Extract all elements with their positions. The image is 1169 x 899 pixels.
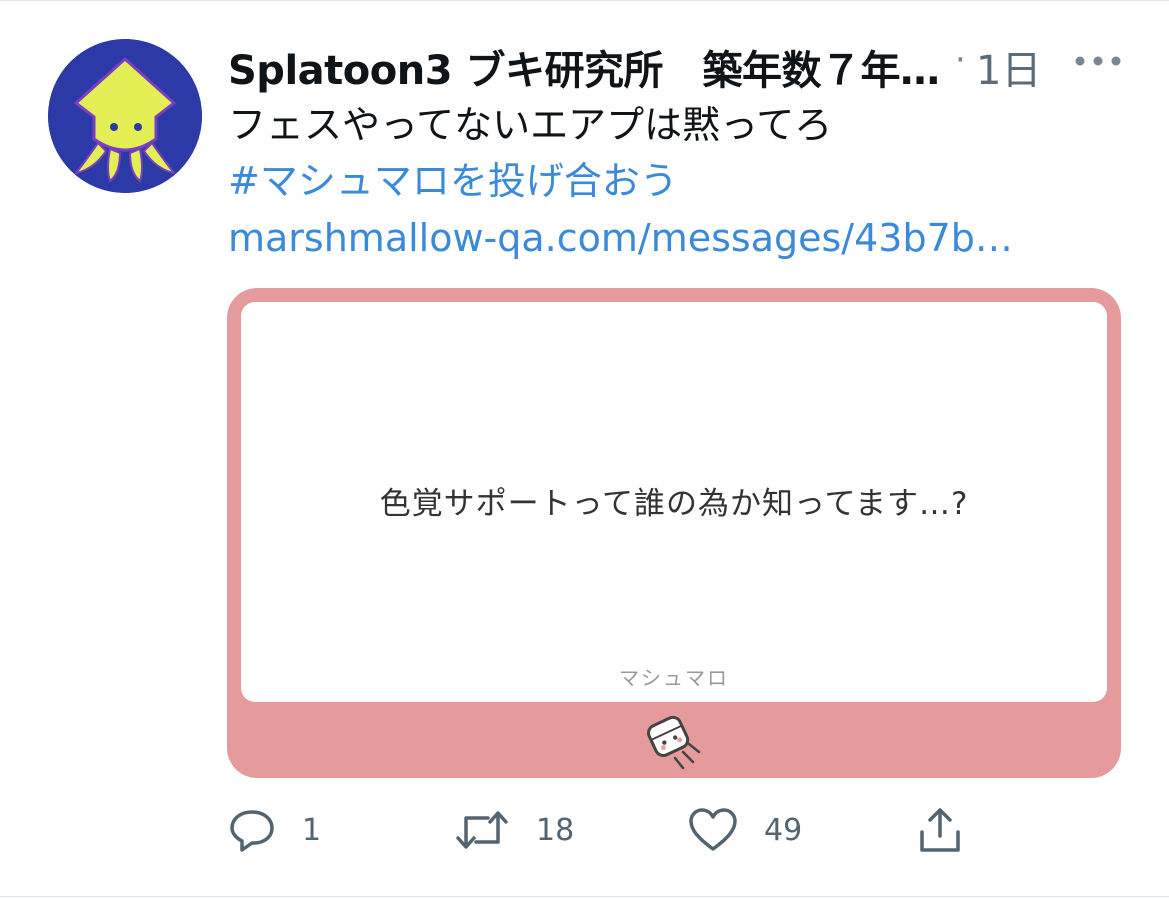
profile-avatar[interactable]: [48, 39, 202, 193]
reply-count: 1: [302, 812, 322, 848]
more-dots-icon[interactable]: [1074, 54, 1122, 68]
squid-avatar-icon: [48, 39, 202, 193]
like-count: 49: [764, 812, 803, 848]
retweet-count: 18: [536, 812, 575, 848]
timestamp[interactable]: 1日: [976, 38, 1041, 96]
card-brand: マシュマロ: [619, 666, 729, 690]
reply-button[interactable]: 1: [228, 800, 321, 860]
share-button[interactable]: [918, 800, 962, 860]
link-card[interactable]: 色覚サポートって誰の為か知ってます…? マシュマロ: [227, 288, 1121, 778]
top-divider: [0, 0, 1169, 1]
like-button[interactable]: 49: [688, 800, 802, 860]
tweet-actions: 1 18 49: [228, 800, 1128, 860]
heart-icon: [689, 808, 737, 851]
card-question: 色覚サポートって誰の為か知ってます…?: [379, 486, 969, 522]
tweet-text: フェスやってないエアプは黙ってろ: [228, 103, 833, 147]
marshmallow-logo-icon: [647, 715, 701, 770]
share-upload-icon: [920, 808, 960, 852]
reply-bubble-icon: [230, 810, 274, 852]
display-name[interactable]: Splatoon3 ブキ研究所 築年数７年…: [228, 38, 940, 96]
retweet-button[interactable]: 18: [454, 800, 574, 860]
tweet-header: Splatoon3 ブキ研究所 築年数７年… · 1日: [228, 30, 1128, 94]
card-content: 色覚サポートって誰の為か知ってます…? マシュマロ: [241, 302, 1107, 702]
bottom-divider: [0, 896, 1169, 897]
retweet-arrows-icon: [456, 811, 508, 849]
separator-dot: ·: [955, 40, 966, 80]
url-link[interactable]: marshmallow-qa.com/messages/43b7b…: [228, 209, 1013, 267]
hashtag-link[interactable]: #マシュマロを投げ合おう: [228, 152, 678, 210]
